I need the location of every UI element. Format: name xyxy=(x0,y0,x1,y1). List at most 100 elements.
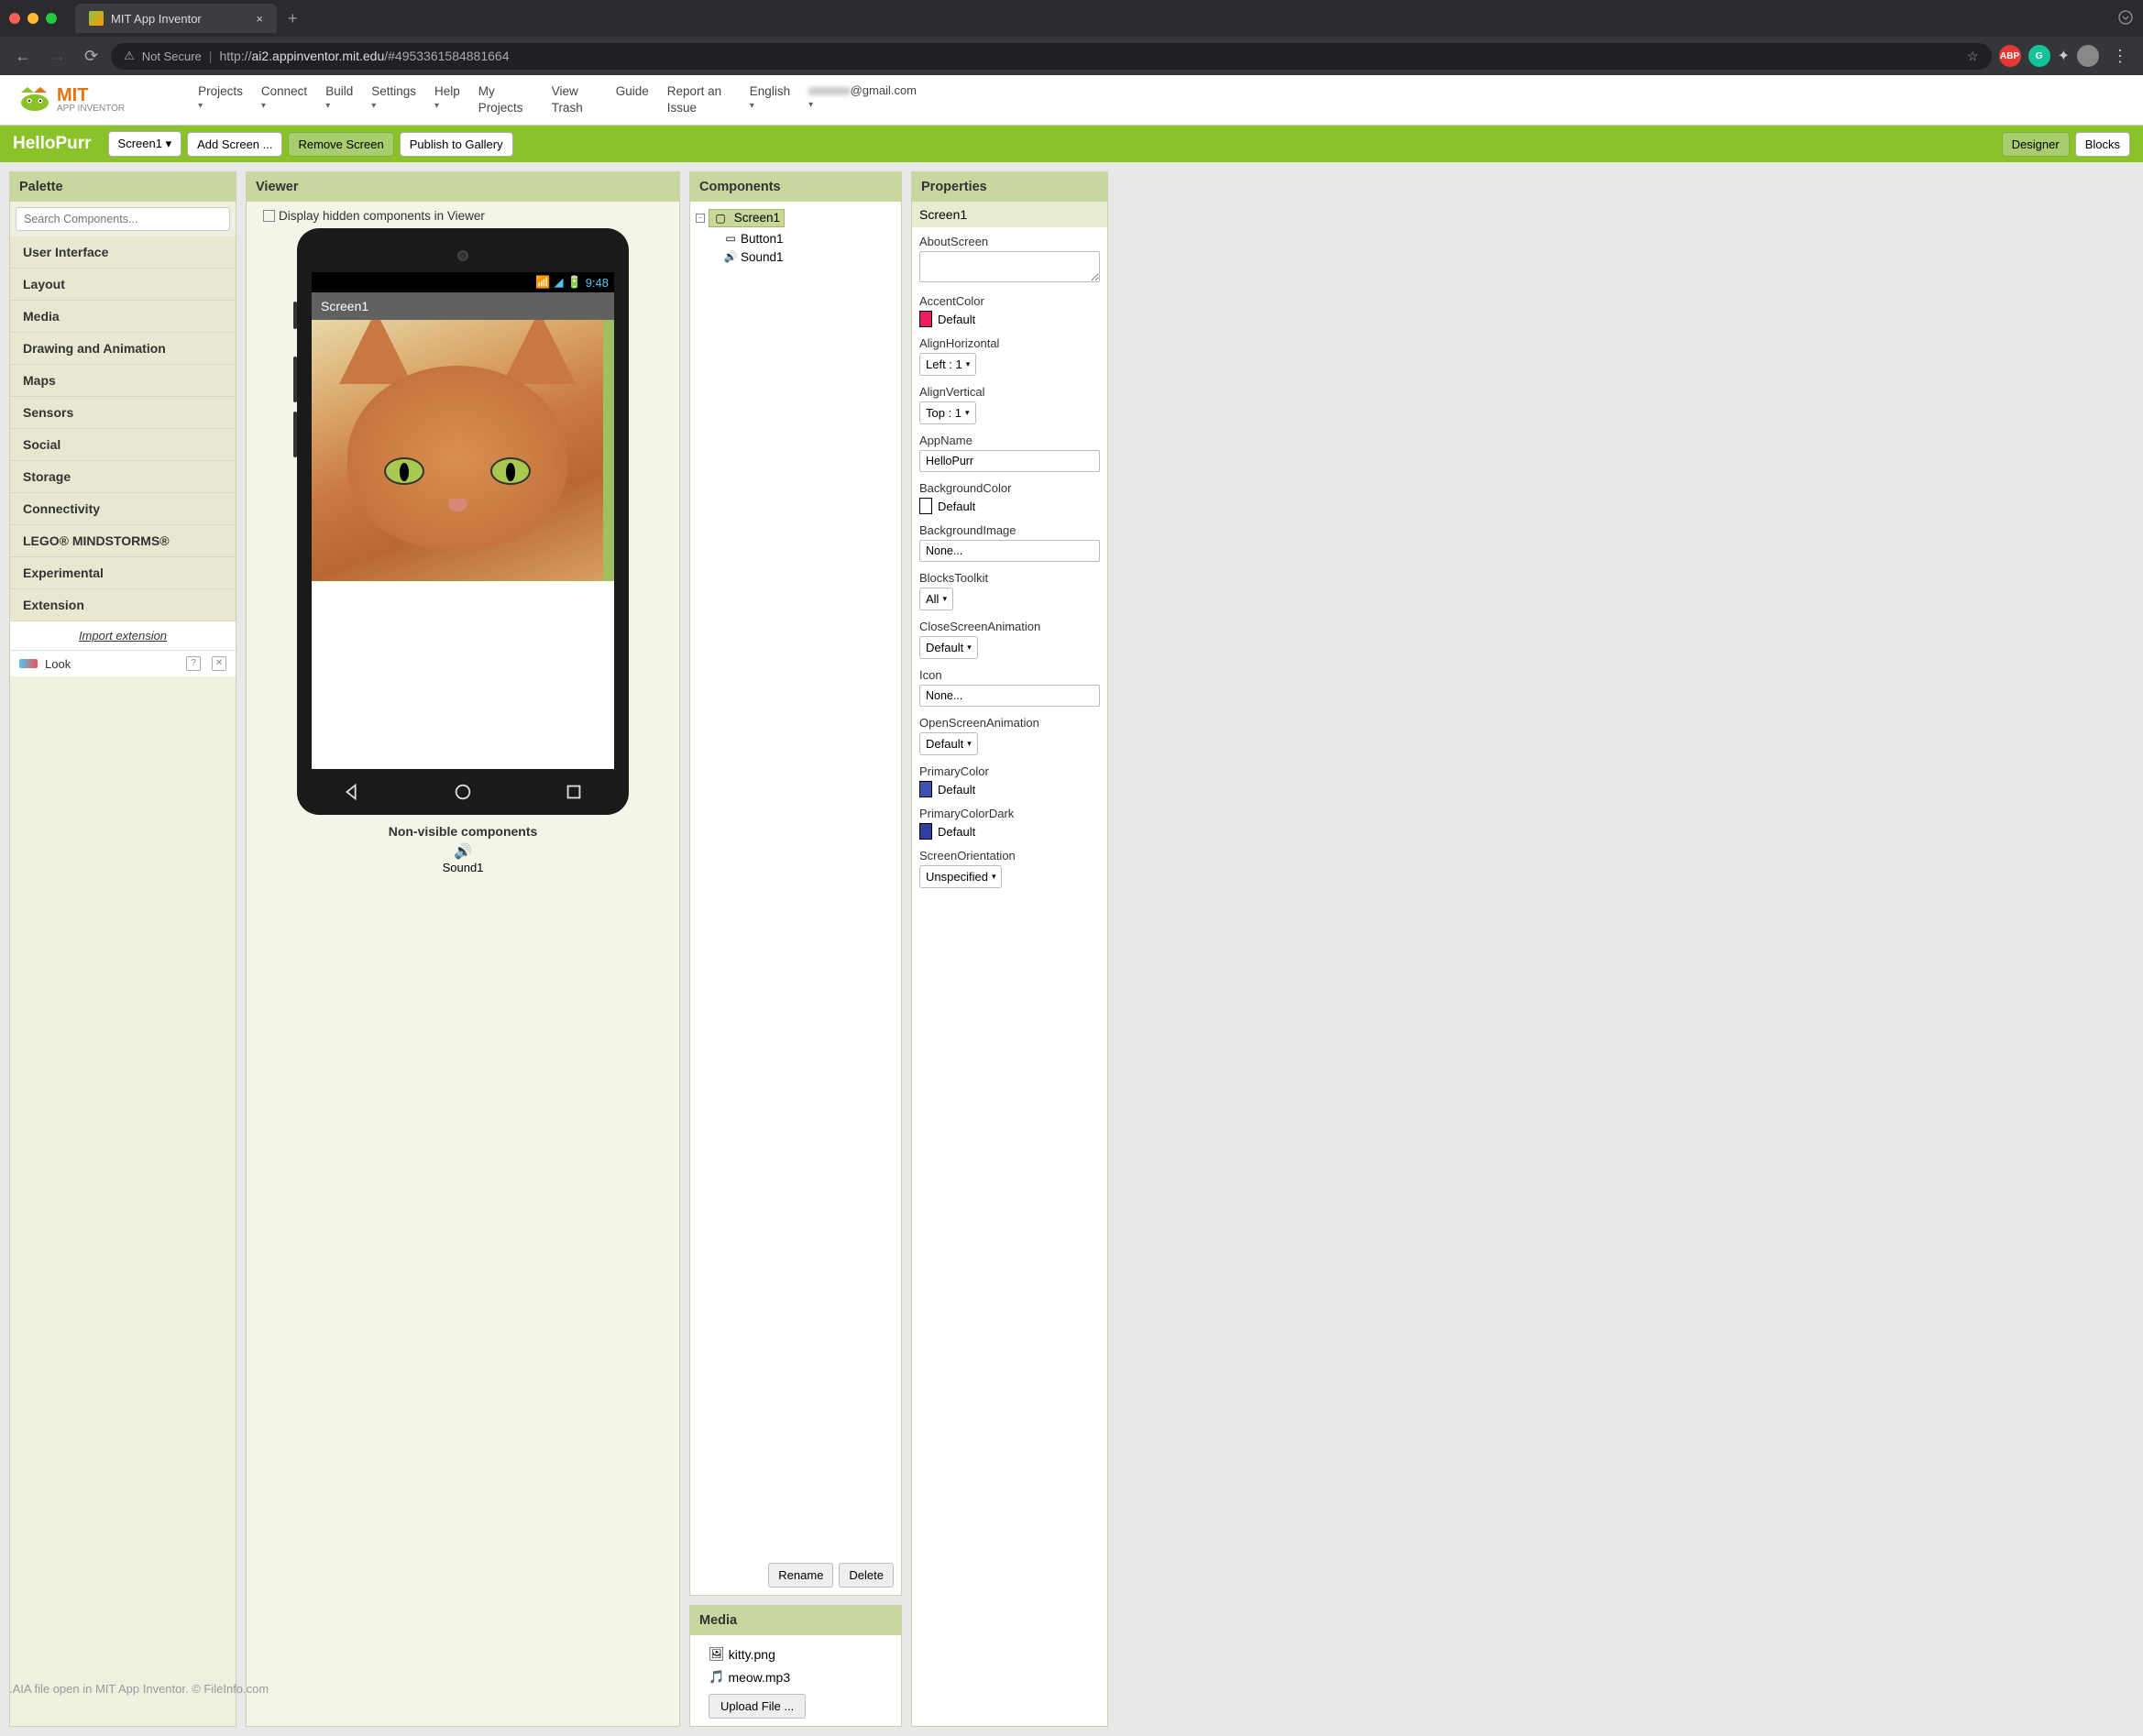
button1-kitty-image[interactable] xyxy=(312,320,603,581)
nav-projects[interactable]: Projects▾ xyxy=(198,80,243,119)
tabs-dropdown-icon[interactable] xyxy=(2117,9,2134,28)
palette-cat-sensors[interactable]: Sensors xyxy=(10,397,236,429)
app-logo[interactable]: MIT APP INVENTOR xyxy=(18,86,125,114)
media-item-meow[interactable]: 🎵 meow.mp3 xyxy=(709,1665,883,1688)
closeanimation-select[interactable]: Default▾ xyxy=(919,636,978,659)
nav-help[interactable]: Help▾ xyxy=(434,80,460,119)
upload-file-button[interactable]: Upload File ... xyxy=(709,1694,806,1719)
prop-appname: AppName xyxy=(919,434,1100,472)
nav-report-issue[interactable]: Report an Issue xyxy=(667,80,731,119)
palette-cat-layout[interactable]: Layout xyxy=(10,269,236,301)
appname-input[interactable] xyxy=(919,450,1100,472)
blocks-tab[interactable]: Blocks xyxy=(2075,132,2130,157)
delete-button[interactable]: Delete xyxy=(839,1563,894,1588)
icon-input[interactable] xyxy=(919,685,1100,707)
tree-collapse-icon[interactable]: − xyxy=(696,214,705,223)
tree-screen1[interactable]: − ▢ Screen1 xyxy=(696,207,896,229)
back-button[interactable]: ← xyxy=(9,43,37,70)
forward-button[interactable]: → xyxy=(44,43,71,70)
nonvisible-sound1[interactable]: 🔊 Sound1 xyxy=(443,842,484,874)
minimize-window-icon[interactable] xyxy=(27,13,38,24)
nav-connect[interactable]: Connect▾ xyxy=(261,80,307,119)
primarycolor-picker[interactable]: Default xyxy=(919,781,1100,797)
hidden-components-toggle[interactable]: Display hidden components in Viewer xyxy=(263,209,485,223)
publish-button[interactable]: Publish to Gallery xyxy=(400,132,513,157)
reload-button[interactable]: ⟳ xyxy=(79,43,104,70)
logo-text: MIT APP INVENTOR xyxy=(57,86,125,114)
screen-dropdown[interactable]: Screen1 ▾ xyxy=(108,131,182,157)
palette-cat-extension[interactable]: Extension xyxy=(10,589,236,621)
phone-soft-keys xyxy=(297,778,629,806)
audio-file-icon: 🎵 xyxy=(709,1669,724,1685)
blockstoolkit-select[interactable]: All▾ xyxy=(919,588,953,610)
color-swatch-icon xyxy=(919,781,932,797)
screenorientation-select[interactable]: Unspecified▾ xyxy=(919,865,1002,888)
nav-my-projects[interactable]: My Projects xyxy=(478,80,533,119)
palette-cat-experimental[interactable]: Experimental xyxy=(10,557,236,589)
close-window-icon[interactable] xyxy=(9,13,20,24)
nav-english[interactable]: English▾ xyxy=(750,80,790,119)
close-tab-icon[interactable]: × xyxy=(256,12,263,26)
url-text: http://ai2.appinventor.mit.edu/#49533615… xyxy=(219,49,509,63)
project-toolbar: HelloPurr Screen1 ▾ Add Screen ... Remov… xyxy=(0,126,2143,162)
tree-sound1[interactable]: 🔊 Sound1 xyxy=(696,247,896,266)
alignhorizontal-select[interactable]: Left : 1▾ xyxy=(919,353,976,376)
color-swatch-icon xyxy=(919,498,932,514)
palette-cat-ui[interactable]: User Interface xyxy=(10,236,236,269)
phone-screen[interactable]: 📶 ◢ 🔋 9:48 Screen1 xyxy=(312,272,614,769)
palette-item-look[interactable]: Look ? ✕ xyxy=(10,651,236,676)
palette-cat-lego[interactable]: LEGO® MINDSTORMS® xyxy=(10,525,236,557)
palette-cat-media[interactable]: Media xyxy=(10,301,236,333)
backgroundimage-input[interactable] xyxy=(919,540,1100,562)
accentcolor-picker[interactable]: Default xyxy=(919,311,1100,327)
tree-button1[interactable]: ▭ Button1 xyxy=(696,229,896,247)
alignvertical-select[interactable]: Top : 1▾ xyxy=(919,401,976,424)
browser-tab[interactable]: MIT App Inventor × xyxy=(75,4,277,33)
nav-guide[interactable]: Guide xyxy=(616,80,649,119)
hidden-components-label: Display hidden components in Viewer xyxy=(279,209,485,223)
palette-panel: Palette User Interface Layout Media Draw… xyxy=(9,171,236,1727)
star-icon[interactable]: ☆ xyxy=(1967,49,1979,64)
palette-cat-storage[interactable]: Storage xyxy=(10,461,236,493)
nav-build[interactable]: Build▾ xyxy=(325,80,353,119)
palette-cat-maps[interactable]: Maps xyxy=(10,365,236,397)
add-screen-button[interactable]: Add Screen ... xyxy=(187,132,282,157)
media-item-kitty[interactable]: 🖼 kitty.png xyxy=(709,1643,883,1665)
maximize-window-icon[interactable] xyxy=(46,13,57,24)
help-icon[interactable]: ? xyxy=(186,656,201,671)
abp-extension-icon[interactable]: ABP xyxy=(1999,45,2021,67)
footer-caption: .AIA file open in MIT App Inventor. © Fi… xyxy=(0,1678,278,1699)
extensions-icon[interactable]: ✦ xyxy=(2058,47,2070,65)
nav-menu: Projects▾ Connect▾ Build▾ Settings▾ Help… xyxy=(198,80,2125,119)
signal-icon: ◢ xyxy=(555,275,564,290)
openanimation-select[interactable]: Default▾ xyxy=(919,732,978,755)
prop-icon: Icon xyxy=(919,668,1100,707)
new-tab-button[interactable]: + xyxy=(288,9,298,28)
profile-avatar-icon[interactable] xyxy=(2077,45,2099,67)
backgroundcolor-picker[interactable]: Default xyxy=(919,498,1100,514)
designer-tab[interactable]: Designer xyxy=(2002,132,2070,157)
import-extension-link[interactable]: Import extension xyxy=(10,621,236,651)
aboutscreen-input[interactable] xyxy=(919,251,1100,282)
screen-content[interactable] xyxy=(312,320,614,769)
tab-title: MIT App Inventor xyxy=(111,12,202,26)
address-bar[interactable]: ⚠ Not Secure | http://ai2.appinventor.mi… xyxy=(111,43,1992,70)
browser-menu-icon[interactable]: ⋮ xyxy=(2106,47,2134,66)
extension-subpanel: Import extension Look ? ✕ xyxy=(10,621,236,676)
image-file-icon: 🖼 xyxy=(709,1646,725,1662)
checkbox-icon[interactable] xyxy=(263,210,275,222)
palette-cat-connectivity[interactable]: Connectivity xyxy=(10,493,236,525)
nav-settings[interactable]: Settings▾ xyxy=(371,80,416,119)
remove-screen-button[interactable]: Remove Screen xyxy=(288,132,393,157)
grammarly-extension-icon[interactable]: G xyxy=(2028,45,2050,67)
palette-cat-drawing[interactable]: Drawing and Animation xyxy=(10,333,236,365)
search-input[interactable] xyxy=(16,207,230,231)
prop-aboutscreen: AboutScreen xyxy=(919,235,1100,285)
delete-extension-icon[interactable]: ✕ xyxy=(212,656,226,671)
nonvisible-label: Sound1 xyxy=(443,861,484,874)
rename-button[interactable]: Rename xyxy=(768,1563,833,1588)
primarycolordark-picker[interactable]: Default xyxy=(919,823,1100,840)
nav-view-trash[interactable]: View Trash xyxy=(552,80,598,119)
palette-cat-social[interactable]: Social xyxy=(10,429,236,461)
nav-user-email[interactable]: xxxxxxx@gmail.com▾ xyxy=(808,80,917,119)
